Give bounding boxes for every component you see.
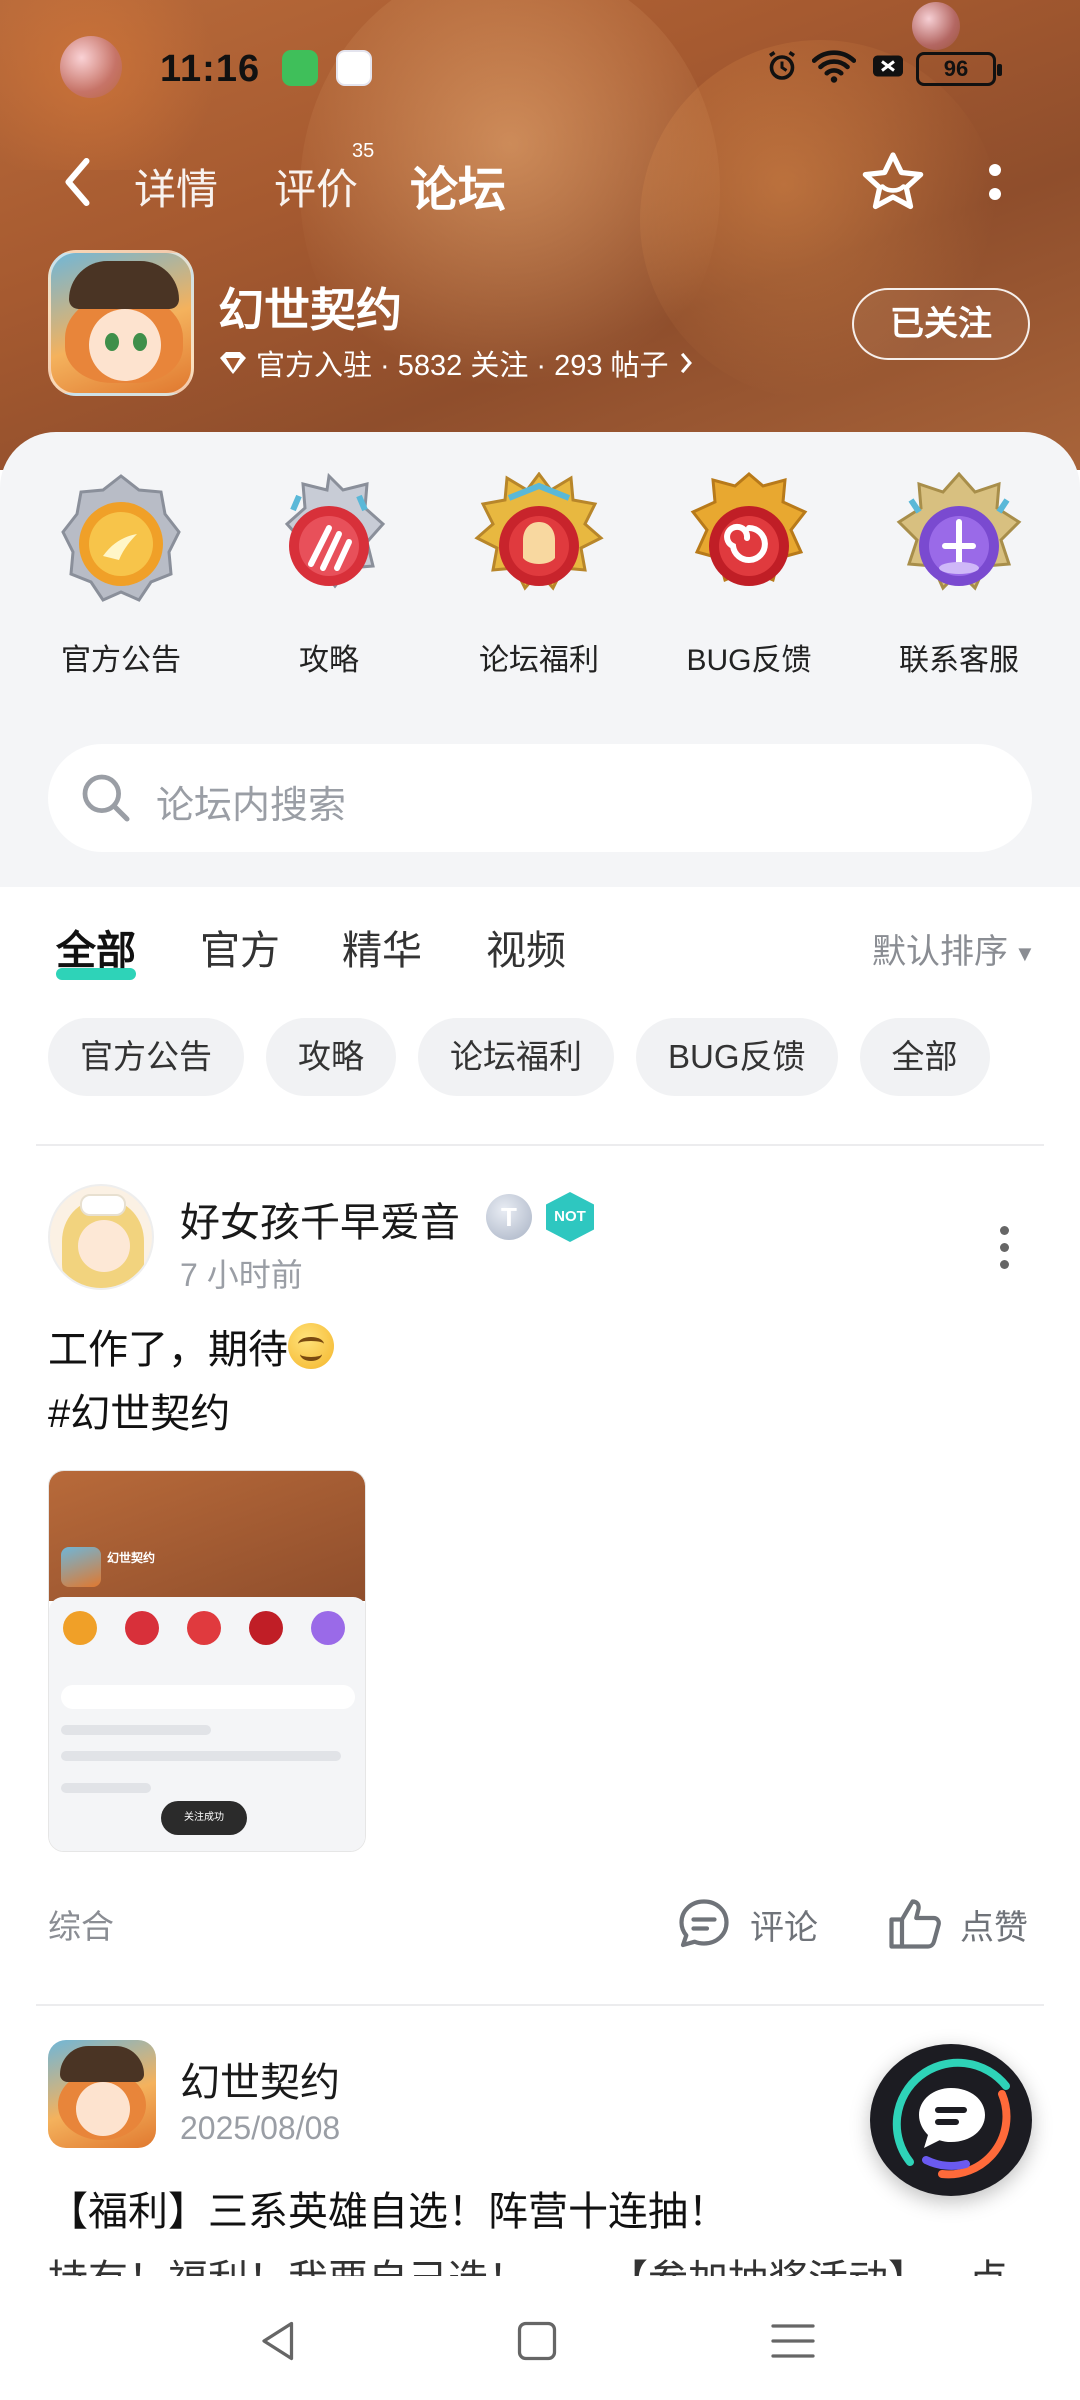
comment-button[interactable]: 评论 (674, 1894, 818, 1954)
status-time: 11:16 (160, 48, 261, 90)
more-options-icon[interactable] (980, 158, 1010, 218)
review-count-badge: 35 (352, 140, 375, 162)
post-author[interactable]: 好女孩千早爱音 (180, 1190, 460, 1248)
avatar[interactable] (48, 2040, 156, 2148)
like-button[interactable]: 点赞 (884, 1894, 1028, 1954)
tab-details[interactable]: 详情 (134, 156, 218, 217)
category-label: 论坛福利 (479, 644, 599, 677)
sort-label: 默认排序 (872, 933, 1008, 971)
category-label: 联系客服 (899, 644, 1019, 677)
cloud-app-icon (336, 50, 372, 86)
chevron-right-icon (680, 352, 692, 374)
crystal-medal-icon (896, 471, 1022, 591)
back-icon[interactable] (54, 152, 104, 212)
post-preview[interactable]: 持有！福利！我要自己选！——【参加抽奖活动】→点 (48, 2250, 1048, 2276)
filter-tab-video[interactable]: 视频 (486, 918, 566, 976)
game-icon[interactable] (48, 250, 194, 396)
chip-bug-report[interactable]: BUG反馈 (636, 1018, 838, 1096)
search-icon (82, 774, 130, 822)
no-sim-icon (870, 48, 906, 93)
category-label: 官方公告 (61, 644, 181, 677)
battery-indicator: 96 (916, 52, 1002, 86)
game-title: 幻世契约 (218, 284, 402, 336)
comment-icon (679, 1899, 729, 1948)
divider (36, 2004, 1044, 2006)
post-time: 2025/08/08 (180, 2110, 341, 2146)
post-hashtag[interactable]: #幻世契约 (48, 1382, 230, 1446)
category-customer-service[interactable]: 联系客服 (864, 471, 1054, 679)
filter-tab-featured[interactable]: 精华 (342, 918, 422, 976)
post-footer: 综合 评论 点赞 (0, 1890, 1080, 1960)
chip-guide[interactable]: 攻略 (266, 1018, 396, 1096)
avatar[interactable] (48, 1184, 154, 1290)
category-forum-welfare[interactable]: 论坛福利 (444, 471, 634, 679)
shield-app-icon (282, 50, 318, 86)
category-label: 攻略 (299, 644, 359, 677)
category-row: 官方公告 攻略 论坛福利 BUG反馈 联系客服 (0, 471, 1080, 677)
hero-medal-icon (474, 471, 604, 591)
system-navigation-bar (0, 2280, 1080, 2400)
like-label: 点赞 (960, 1908, 1028, 1947)
chat-bubble-icon (892, 2058, 1011, 2179)
post-time: 7 小时前 (180, 1257, 303, 1293)
chat-fab-button[interactable] (870, 2044, 1032, 2196)
tab-reviews[interactable]: 评价 (274, 156, 358, 217)
filter-tab-official[interactable]: 官方 (200, 918, 280, 976)
thumb-toast: 关注成功 (161, 1801, 247, 1835)
level-badge: T (486, 1194, 532, 1240)
post-title[interactable]: 【福利】三系英雄自选！阵营十连抽！ (48, 2180, 728, 2244)
sun-medal-icon (61, 474, 181, 602)
wifi-icon (811, 48, 857, 93)
search-input[interactable]: 论坛内搜索 (48, 744, 1032, 852)
favorite-icon[interactable] (858, 148, 928, 218)
status-bar: 11:16 96 (0, 0, 1080, 130)
game-meta[interactable]: 官方入驻 · 5832 关注 · 293 帖子 (218, 342, 695, 384)
thumb-title: 幻世契约 (107, 1551, 156, 1565)
chip-official-announcement[interactable]: 官方公告 (48, 1018, 244, 1096)
caret-down-icon: ▼ (1014, 941, 1036, 967)
thumbs-up-icon (889, 1899, 941, 1949)
top-nav: 详情 评价 35 论坛 (0, 140, 1080, 230)
diamond-icon (220, 352, 246, 374)
user-badge: NOT (546, 1192, 594, 1242)
category-label: BUG反馈 (686, 644, 812, 677)
chip-all[interactable]: 全部 (859, 1018, 990, 1096)
forum-panel: 官方公告 攻略 论坛福利 BUG反馈 联系客服 论坛内搜索 (0, 432, 1080, 887)
post-body[interactable]: 工作了，期待 (48, 1318, 334, 1382)
category-bug-report[interactable]: BUG反馈 (654, 472, 844, 679)
nav-recents-icon[interactable] (768, 2316, 818, 2366)
chip-row: 官方公告 攻略 论坛福利 BUG反馈 全部 (48, 1018, 990, 1096)
category-official-announcement[interactable]: 官方公告 (26, 472, 216, 679)
post-image[interactable]: 幻世契约 关注成功 (48, 1470, 366, 1852)
follow-button[interactable]: 已关注 (852, 288, 1030, 360)
category-guide[interactable]: 攻略 (234, 472, 424, 679)
post-category-tag[interactable]: 综合 (48, 1900, 114, 1948)
comment-label: 评论 (750, 1908, 818, 1947)
nav-home-icon[interactable] (512, 2316, 562, 2366)
sort-dropdown[interactable]: 默认排序 ▼ (872, 924, 1036, 973)
spiral-medal-icon (690, 472, 808, 586)
header-banner: 11:16 96 详情 评价 35 论坛 幻世契约 官方入驻 · 5832 关注… (0, 0, 1080, 470)
divider (36, 1144, 1044, 1146)
filter-tab-all[interactable]: 全部 (56, 918, 136, 980)
game-info: 幻世契约 官方入驻 · 5832 关注 · 293 帖子 已关注 (0, 250, 1080, 400)
post-line-1: 工作了，期待 (48, 1328, 288, 1372)
tab-forum[interactable]: 论坛 (410, 150, 507, 220)
smile-emoji-icon (288, 1323, 334, 1369)
post-author[interactable]: 幻世契约 (180, 2050, 340, 2108)
chip-forum-welfare[interactable]: 论坛福利 (418, 1018, 614, 1096)
post-more-icon[interactable] (996, 1222, 1012, 1272)
search-placeholder: 论坛内搜索 (156, 785, 347, 827)
nav-back-icon[interactable] (254, 2316, 304, 2366)
claw-medal-icon (284, 472, 386, 589)
game-meta-text: 官方入驻 · 5832 关注 · 293 帖子 (256, 350, 669, 382)
alarm-icon (764, 48, 800, 93)
filter-tabs: 全部 官方 精华 视频 默认排序 ▼ (0, 900, 1080, 990)
